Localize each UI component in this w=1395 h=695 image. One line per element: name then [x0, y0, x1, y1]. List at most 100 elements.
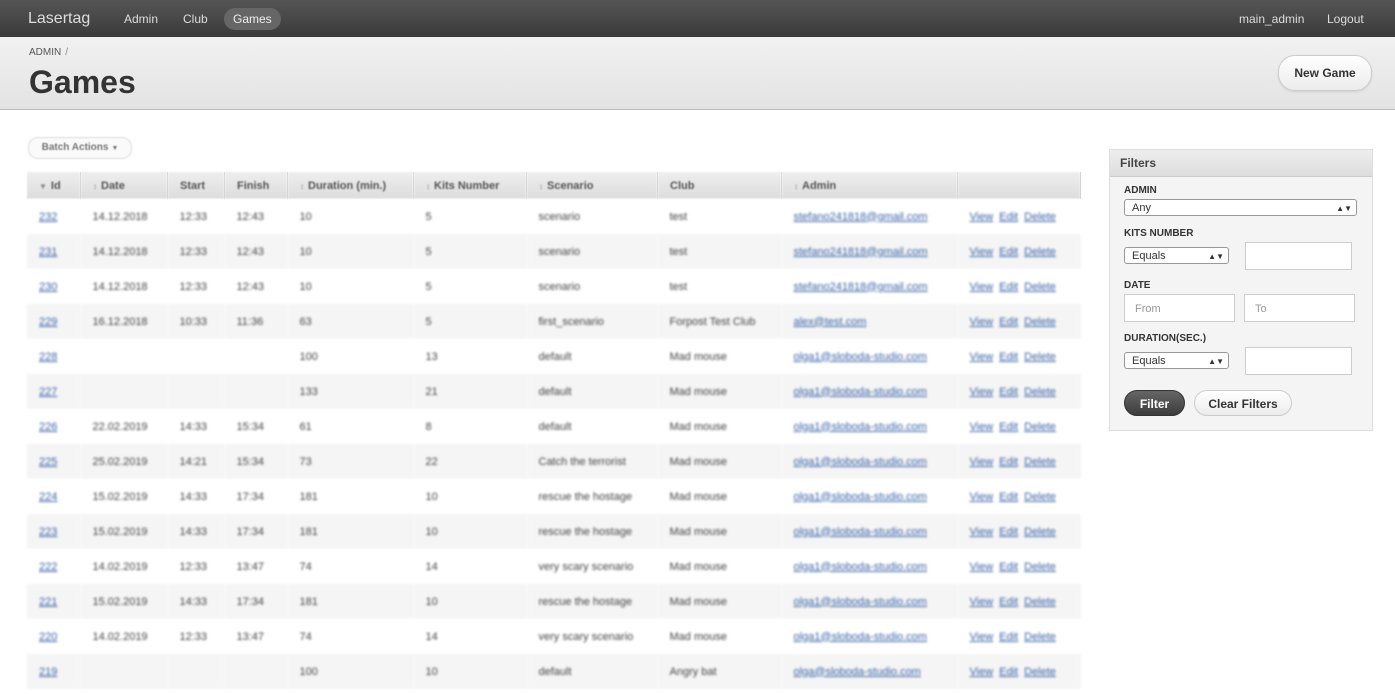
admin-filter-select[interactable]: Any ▲▼ [1124, 199, 1357, 216]
edit-link[interactable]: Edit [999, 281, 1018, 293]
game-id-link[interactable]: 229 [39, 316, 57, 328]
admin-email-link[interactable]: stefano241818@gmail.com [794, 246, 928, 258]
admin-email-link[interactable]: olga@sloboda-studio.com [794, 666, 921, 678]
delete-link[interactable]: Delete [1024, 281, 1056, 293]
logout-link[interactable]: Logout [1327, 8, 1364, 30]
game-id-link[interactable]: 231 [39, 246, 57, 258]
cell-start: 10:33 [167, 304, 225, 339]
brand-logo[interactable]: Lasertag [28, 10, 90, 28]
game-id-link[interactable]: 223 [39, 526, 57, 538]
game-id-link[interactable]: 220 [39, 631, 57, 643]
delete-link[interactable]: Delete [1024, 456, 1056, 468]
view-link[interactable]: View [970, 631, 994, 643]
view-link[interactable]: View [970, 596, 994, 608]
game-id-link[interactable]: 228 [39, 351, 57, 363]
admin-email-link[interactable]: olga1@sloboda-studio.com [794, 631, 927, 643]
edit-link[interactable]: Edit [999, 351, 1018, 363]
delete-link[interactable]: Delete [1024, 246, 1056, 258]
admin-email-link[interactable]: olga1@sloboda-studio.com [794, 561, 927, 573]
column-header-kits-number[interactable]: ↕ Kits Number [413, 172, 527, 199]
delete-link[interactable]: Delete [1024, 596, 1056, 608]
duration-operator-select[interactable]: Equals ▲▼ [1124, 352, 1229, 369]
game-id-link[interactable]: 222 [39, 561, 57, 573]
new-game-button[interactable]: New Game [1278, 55, 1372, 91]
game-id-link[interactable]: 230 [39, 281, 57, 293]
view-link[interactable]: View [970, 561, 994, 573]
nav-link-admin[interactable]: Admin [115, 8, 167, 30]
edit-link[interactable]: Edit [999, 526, 1018, 538]
edit-link[interactable]: Edit [999, 421, 1018, 433]
view-link[interactable]: View [970, 386, 994, 398]
column-header-scenario[interactable]: ↕ Scenario [526, 172, 658, 199]
view-link[interactable]: View [970, 211, 994, 223]
admin-email-link[interactable]: olga1@sloboda-studio.com [794, 421, 927, 433]
edit-link[interactable]: Edit [999, 456, 1018, 468]
edit-link[interactable]: Edit [999, 666, 1018, 678]
game-id-link[interactable]: 225 [39, 456, 57, 468]
admin-email-link[interactable]: olga1@sloboda-studio.com [794, 351, 927, 363]
edit-link[interactable]: Edit [999, 246, 1018, 258]
game-id-link[interactable]: 226 [39, 421, 57, 433]
admin-email-link[interactable]: olga1@sloboda-studio.com [794, 386, 927, 398]
breadcrumb-admin-link[interactable]: ADMIN [29, 47, 61, 58]
view-link[interactable]: View [970, 246, 994, 258]
game-id-link[interactable]: 219 [39, 666, 57, 678]
cell-date: 25.02.2019 [80, 444, 168, 479]
delete-link[interactable]: Delete [1024, 491, 1056, 503]
column-header-finish[interactable]: Finish [224, 172, 288, 199]
view-link[interactable]: View [970, 421, 994, 433]
edit-link[interactable]: Edit [999, 211, 1018, 223]
column-header-duration[interactable]: ↕ Duration (min.) [287, 172, 414, 199]
admin-email-link[interactable]: olga1@sloboda-studio.com [794, 456, 927, 468]
admin-email-link[interactable]: alex@test.com [794, 316, 867, 328]
view-link[interactable]: View [970, 666, 994, 678]
game-id-link[interactable]: 232 [39, 211, 57, 223]
view-link[interactable]: View [970, 316, 994, 328]
batch-actions-button[interactable]: Batch Actions ▼ [28, 137, 132, 159]
view-link[interactable]: View [970, 526, 994, 538]
edit-link[interactable]: Edit [999, 386, 1018, 398]
admin-email-link[interactable]: olga1@sloboda-studio.com [794, 526, 927, 538]
view-link[interactable]: View [970, 491, 994, 503]
admin-email-link[interactable]: stefano241818@gmail.com [794, 211, 928, 223]
game-id-link[interactable]: 227 [39, 386, 57, 398]
admin-email-link[interactable]: olga1@sloboda-studio.com [794, 491, 927, 503]
edit-link[interactable]: Edit [999, 316, 1018, 328]
nav-link-games[interactable]: Games [224, 8, 281, 30]
column-header-date[interactable]: ↕ Date [80, 172, 168, 199]
edit-link[interactable]: Edit [999, 596, 1018, 608]
nav-link-club[interactable]: Club [174, 8, 217, 30]
delete-link[interactable]: Delete [1024, 561, 1056, 573]
edit-link[interactable]: Edit [999, 491, 1018, 503]
cell-start: 14:33 [167, 409, 225, 444]
delete-link[interactable]: Delete [1024, 211, 1056, 223]
date-to-input[interactable]: To [1244, 294, 1355, 322]
column-header-start[interactable]: Start [167, 172, 225, 199]
admin-email-link[interactable]: stefano241818@gmail.com [794, 281, 928, 293]
view-link[interactable]: View [970, 351, 994, 363]
delete-link[interactable]: Delete [1024, 386, 1056, 398]
edit-link[interactable]: Edit [999, 631, 1018, 643]
delete-link[interactable]: Delete [1024, 316, 1056, 328]
game-id-link[interactable]: 221 [39, 596, 57, 608]
delete-link[interactable]: Delete [1024, 351, 1056, 363]
duration-value-input[interactable] [1245, 347, 1352, 375]
view-link[interactable]: View [970, 281, 994, 293]
delete-link[interactable]: Delete [1024, 631, 1056, 643]
column-header-club[interactable]: Club [657, 172, 782, 199]
kits-number-operator-select[interactable]: Equals ▲▼ [1124, 247, 1229, 264]
admin-email-link[interactable]: olga1@sloboda-studio.com [794, 596, 927, 608]
game-id-link[interactable]: 224 [39, 491, 57, 503]
clear-filters-button[interactable]: Clear Filters [1194, 390, 1292, 416]
column-header-admin[interactable]: ↕ Admin [781, 172, 958, 199]
edit-link[interactable]: Edit [999, 561, 1018, 573]
delete-link[interactable]: Delete [1024, 666, 1056, 678]
current-user-link[interactable]: main_admin [1239, 8, 1304, 30]
kits-number-value-input[interactable] [1245, 242, 1352, 270]
view-link[interactable]: View [970, 456, 994, 468]
filter-button[interactable]: Filter [1124, 390, 1185, 416]
delete-link[interactable]: Delete [1024, 421, 1056, 433]
date-from-input[interactable]: From [1124, 294, 1235, 322]
delete-link[interactable]: Delete [1024, 526, 1056, 538]
column-header-id[interactable]: ▼ Id [27, 172, 81, 199]
